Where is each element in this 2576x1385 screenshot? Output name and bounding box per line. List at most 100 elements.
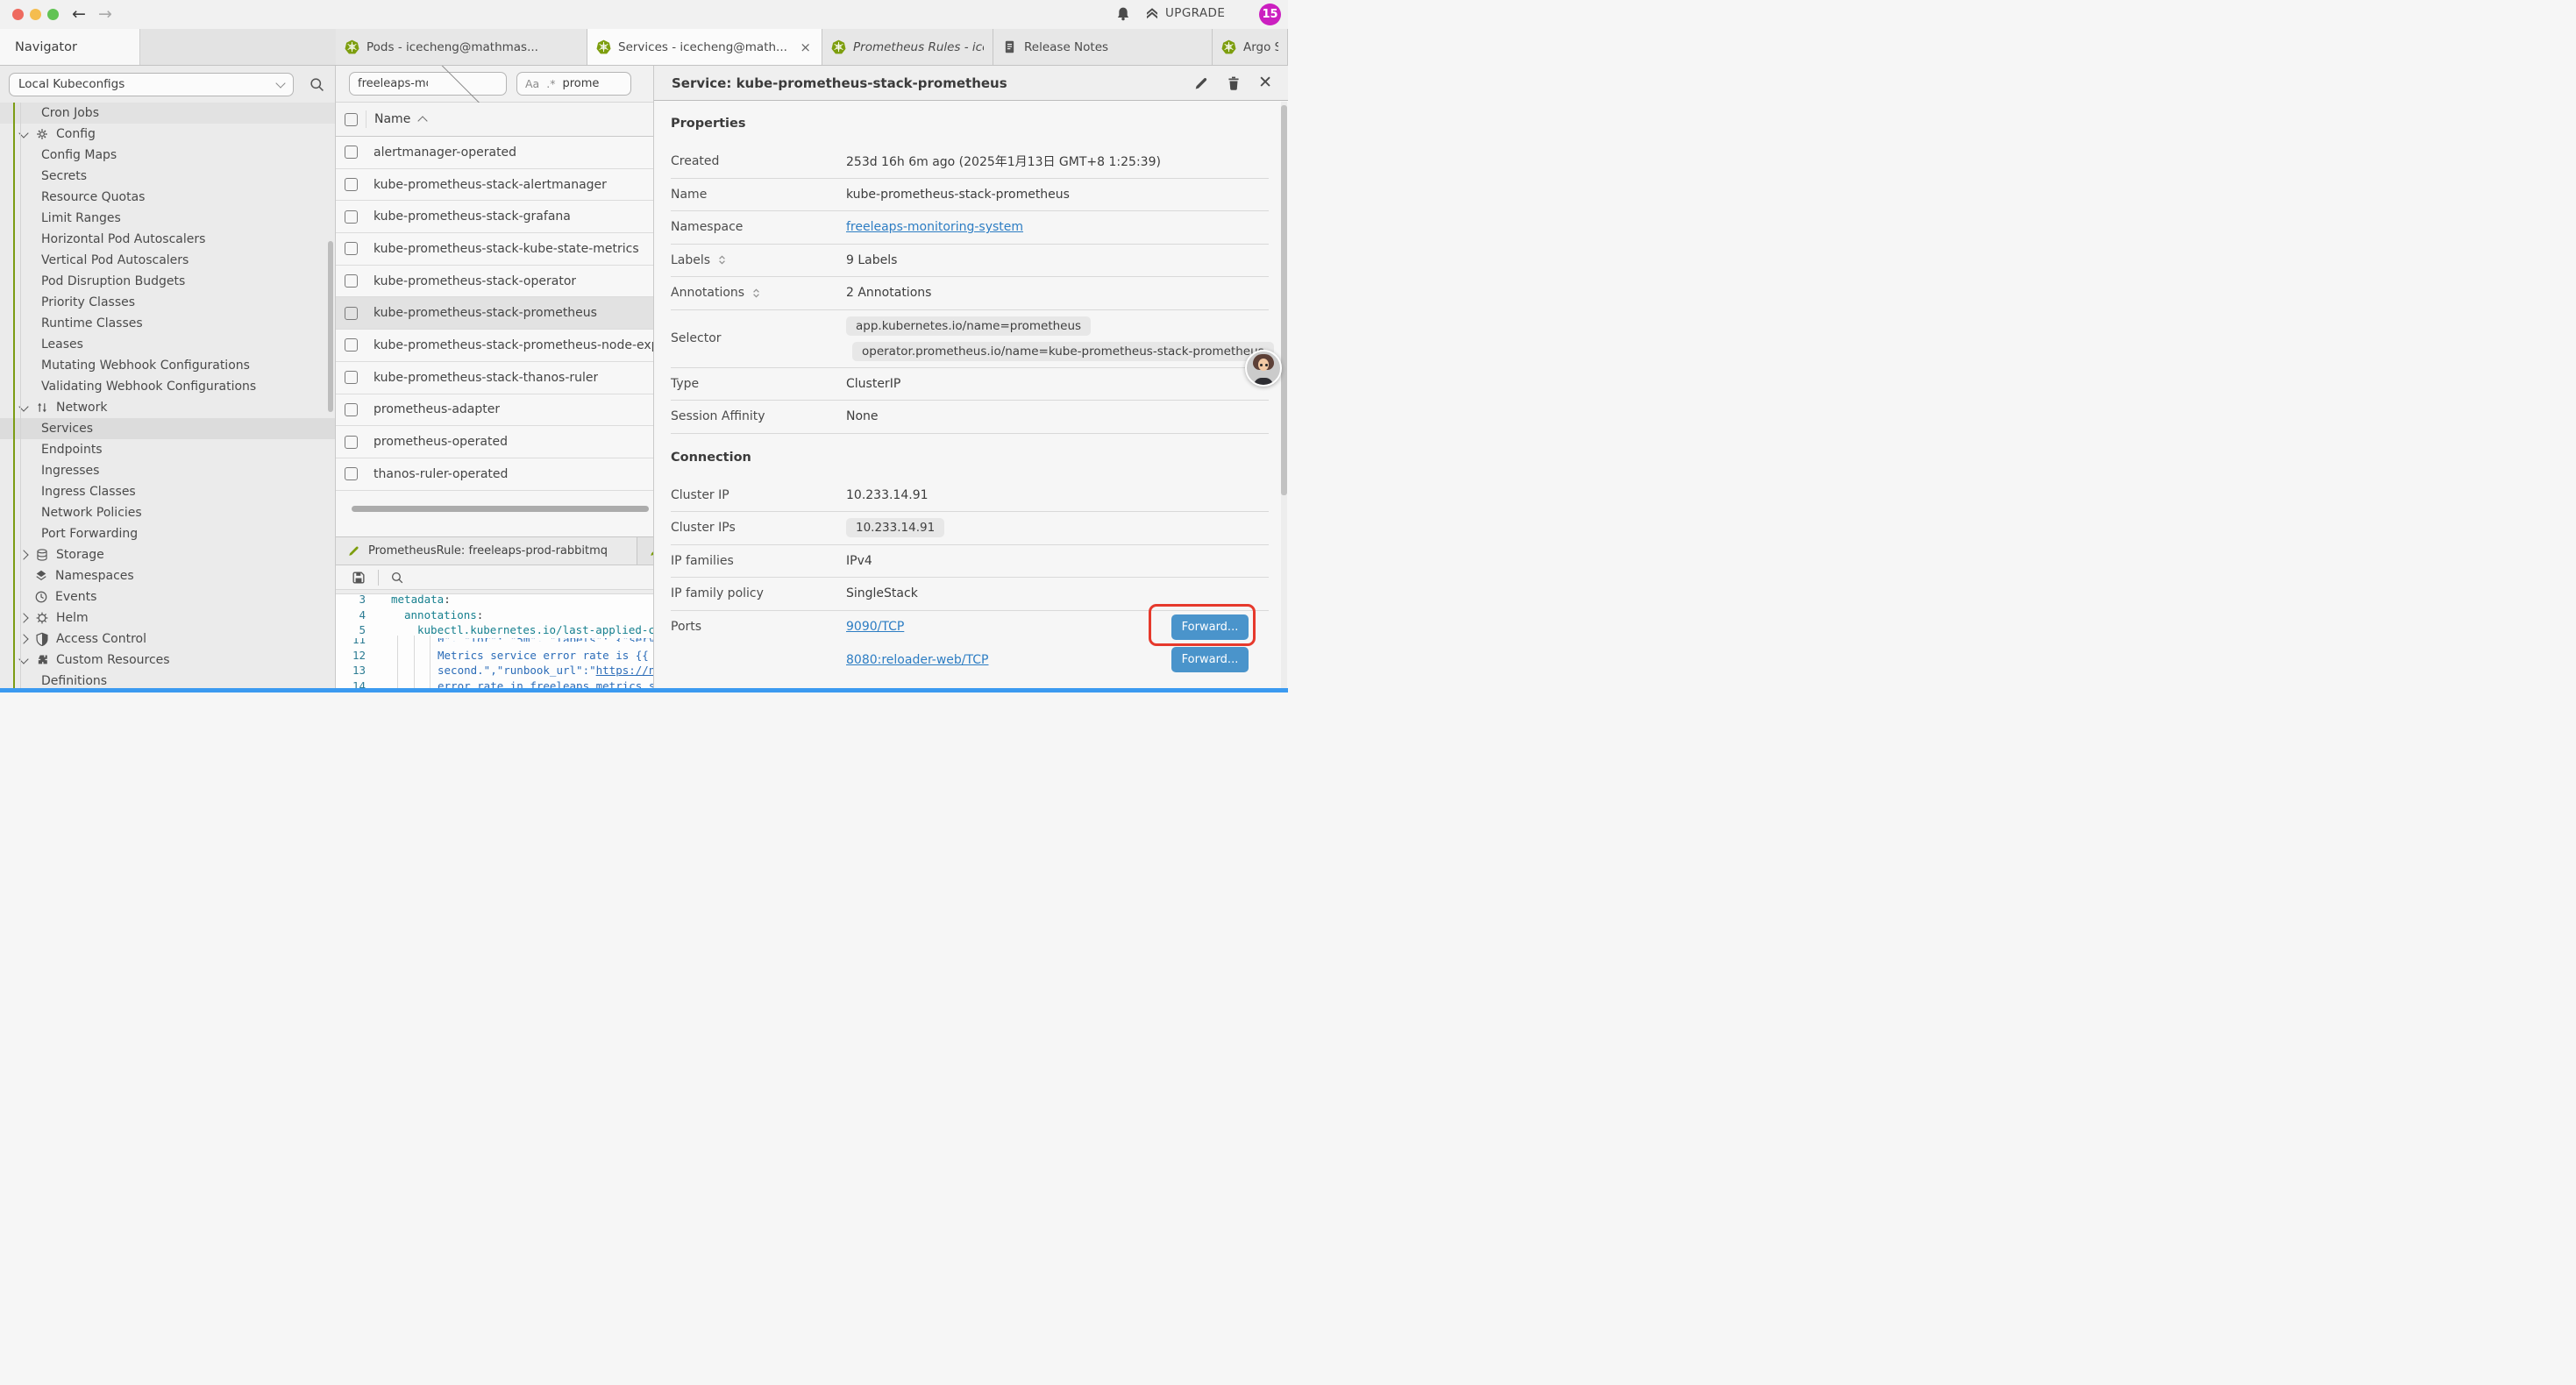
sidebar-item-helm[interactable]: Helm xyxy=(0,607,335,629)
sidebar-item-definitions[interactable]: Definitions xyxy=(0,671,335,688)
table-row[interactable]: kube-prometheus-stack-kube-state-metrics xyxy=(336,233,653,266)
table-row[interactable]: alertmanager-operated xyxy=(336,137,653,169)
row-checkbox[interactable] xyxy=(345,274,358,288)
table-row[interactable]: prometheus-adapter xyxy=(336,394,653,427)
row-checkbox[interactable] xyxy=(345,467,358,480)
sidebar-item-storage[interactable]: Storage xyxy=(0,544,335,565)
forward-button[interactable]: → xyxy=(98,3,112,25)
sidebar-search-icon[interactable] xyxy=(309,76,325,93)
sidebar-item-runtime-classes[interactable]: Runtime Classes xyxy=(0,313,335,334)
port-link[interactable]: 9090/TCP xyxy=(846,620,904,634)
back-button[interactable]: ← xyxy=(72,3,86,25)
tab-argo-se[interactable]: Argo Se xyxy=(1213,29,1288,65)
detail-scrollbar[interactable] xyxy=(1281,105,1287,495)
sidebar-item-network-policies[interactable]: Network Policies xyxy=(0,502,335,523)
save-icon[interactable] xyxy=(351,570,366,586)
sidebar-item-leases[interactable]: Leases xyxy=(0,334,335,355)
table-row[interactable]: kube-prometheus-stack-prometheus xyxy=(336,297,653,330)
namespace-link[interactable]: freeleaps-monitoring-system xyxy=(846,220,1023,234)
assistant-avatar[interactable] xyxy=(1245,350,1282,387)
yaml-editor[interactable]: 3metadata:4annotations:5kubectl.kubernet… xyxy=(336,594,653,688)
sidebar-item-mutating-webhook-configurations[interactable]: Mutating Webhook Configurations xyxy=(0,355,335,376)
row-checkbox[interactable] xyxy=(345,146,358,159)
horizontal-scrollbar[interactable] xyxy=(352,506,649,512)
table-row[interactable]: kube-prometheus-stack-prometheus-node-ex… xyxy=(336,330,653,362)
navigator-panel-tab[interactable]: Navigator xyxy=(0,29,140,65)
forward-button[interactable]: Forward... xyxy=(1171,647,1249,672)
expand-collapse-icon[interactable] xyxy=(751,288,762,299)
edit-pencil-icon[interactable] xyxy=(1193,75,1209,91)
sidebar-item-pod-disruption-budgets[interactable]: Pod Disruption Budgets xyxy=(0,271,335,292)
sidebar-item-horizontal-pod-autoscalers[interactable]: Horizontal Pod Autoscalers xyxy=(0,229,335,250)
close-window-button[interactable] xyxy=(12,9,24,20)
sidebar-item-services[interactable]: Services xyxy=(0,418,335,439)
line-number: 11 xyxy=(336,638,373,642)
sidebar-item-limit-ranges[interactable]: Limit Ranges xyxy=(0,208,335,229)
service-name: kube-prometheus-stack-grafana xyxy=(374,210,571,224)
detail-row-ports: Ports9090/TCPForward...8080:reloader-web… xyxy=(671,611,1269,677)
sidebar-item-priority-classes[interactable]: Priority Classes xyxy=(0,292,335,313)
notifications-bell-icon[interactable] xyxy=(1115,6,1131,22)
sidebar-item-secrets[interactable]: Secrets xyxy=(0,166,335,187)
table-row[interactable]: thanos-ruler-operated xyxy=(336,458,653,491)
sidebar-item-network[interactable]: Network xyxy=(0,397,335,418)
namespace-filter-select[interactable]: freeleaps-monitoring-system xyxy=(349,72,507,96)
tab-pods-icecheng-mathmas[interactable]: Pods - icecheng@mathmas... xyxy=(336,29,587,65)
regex-toggle[interactable]: .* xyxy=(546,77,555,90)
sidebar-item-cron-jobs[interactable]: Cron Jobs xyxy=(0,103,335,124)
sidebar-item-access-control[interactable]: Access Control xyxy=(0,629,335,650)
notification-count-badge[interactable]: 15 xyxy=(1259,4,1281,25)
sort-ascending-icon[interactable] xyxy=(418,116,428,125)
delete-trash-icon[interactable] xyxy=(1226,75,1242,91)
row-checkbox[interactable] xyxy=(345,178,358,191)
sidebar-item-port-forwarding[interactable]: Port Forwarding xyxy=(0,523,335,544)
sidebar-scrollbar[interactable] xyxy=(328,241,333,412)
sidebar-item-events[interactable]: Events xyxy=(0,586,335,607)
service-name: kube-prometheus-stack-prometheus-node-ex… xyxy=(374,338,653,352)
sidebar-item-config[interactable]: Config xyxy=(0,124,335,145)
sidebar-item-validating-webhook-configurations[interactable]: Validating Webhook Configurations xyxy=(0,376,335,397)
table-row[interactable]: kube-prometheus-stack-thanos-ruler xyxy=(336,362,653,394)
sidebar-item-ingress-classes[interactable]: Ingress Classes xyxy=(0,481,335,502)
editor-search-icon[interactable] xyxy=(390,571,404,585)
minimize-window-button[interactable] xyxy=(30,9,41,20)
zoom-window-button[interactable] xyxy=(47,9,59,20)
port-link[interactable]: 8080:reloader-web/TCP xyxy=(846,653,988,667)
tab-release-notes[interactable]: Release Notes xyxy=(993,29,1213,65)
match-case-toggle[interactable]: Aa xyxy=(525,77,539,90)
row-checkbox[interactable] xyxy=(345,307,358,320)
sidebar-item-namespaces[interactable]: Namespaces xyxy=(0,565,335,586)
row-checkbox[interactable] xyxy=(345,403,358,416)
row-checkbox[interactable] xyxy=(345,210,358,224)
sidebar-item-resource-quotas[interactable]: Resource Quotas xyxy=(0,187,335,208)
sidebar-item-label: Network xyxy=(56,401,107,415)
sidebar-item-vertical-pod-autoscalers[interactable]: Vertical Pod Autoscalers xyxy=(0,250,335,271)
forward-button[interactable]: Forward... xyxy=(1171,614,1249,640)
row-checkbox[interactable] xyxy=(345,436,358,449)
tab-services-icecheng-math[interactable]: Services - icecheng@math...× xyxy=(587,29,822,65)
row-checkbox[interactable] xyxy=(345,242,358,255)
table-row[interactable]: prometheus-operated xyxy=(336,426,653,458)
editor-tab-partial[interactable] xyxy=(637,537,654,565)
sidebar-item-custom-resources[interactable]: Custom Resources xyxy=(0,650,335,671)
table-row[interactable]: kube-prometheus-stack-alertmanager xyxy=(336,169,653,202)
sidebar-item-ingresses[interactable]: Ingresses xyxy=(0,460,335,481)
sidebar-item-endpoints[interactable]: Endpoints xyxy=(0,439,335,460)
table-row[interactable]: kube-prometheus-stack-operator xyxy=(336,266,653,298)
detail-row-cluster-ip: Cluster IP10.233.14.91 xyxy=(671,479,1269,513)
sidebar-item-config-maps[interactable]: Config Maps xyxy=(0,145,335,166)
editor-tab-prometheusrule[interactable]: PrometheusRule: freeleaps-prod-rabbitmq xyxy=(336,537,637,565)
upgrade-button[interactable]: UPGRADE xyxy=(1145,6,1225,20)
row-checkbox[interactable] xyxy=(345,338,358,352)
tab-prometheus-rules-icecheng[interactable]: Prometheus Rules - icecheng... xyxy=(822,29,993,65)
expand-collapse-icon[interactable] xyxy=(716,254,728,266)
name-column-header[interactable]: Name xyxy=(374,112,410,126)
close-icon[interactable]: ✕ xyxy=(1258,75,1272,91)
select-all-checkbox[interactable] xyxy=(345,113,358,126)
sidebar-item-label: Access Control xyxy=(56,632,146,646)
kubeconfig-selector[interactable]: Local Kubeconfigs xyxy=(9,73,294,96)
close-tab-icon[interactable]: × xyxy=(798,39,813,55)
row-checkbox[interactable] xyxy=(345,371,358,384)
table-row[interactable]: kube-prometheus-stack-grafana xyxy=(336,201,653,233)
name-search-input[interactable]: Aa .* prome xyxy=(516,72,631,96)
